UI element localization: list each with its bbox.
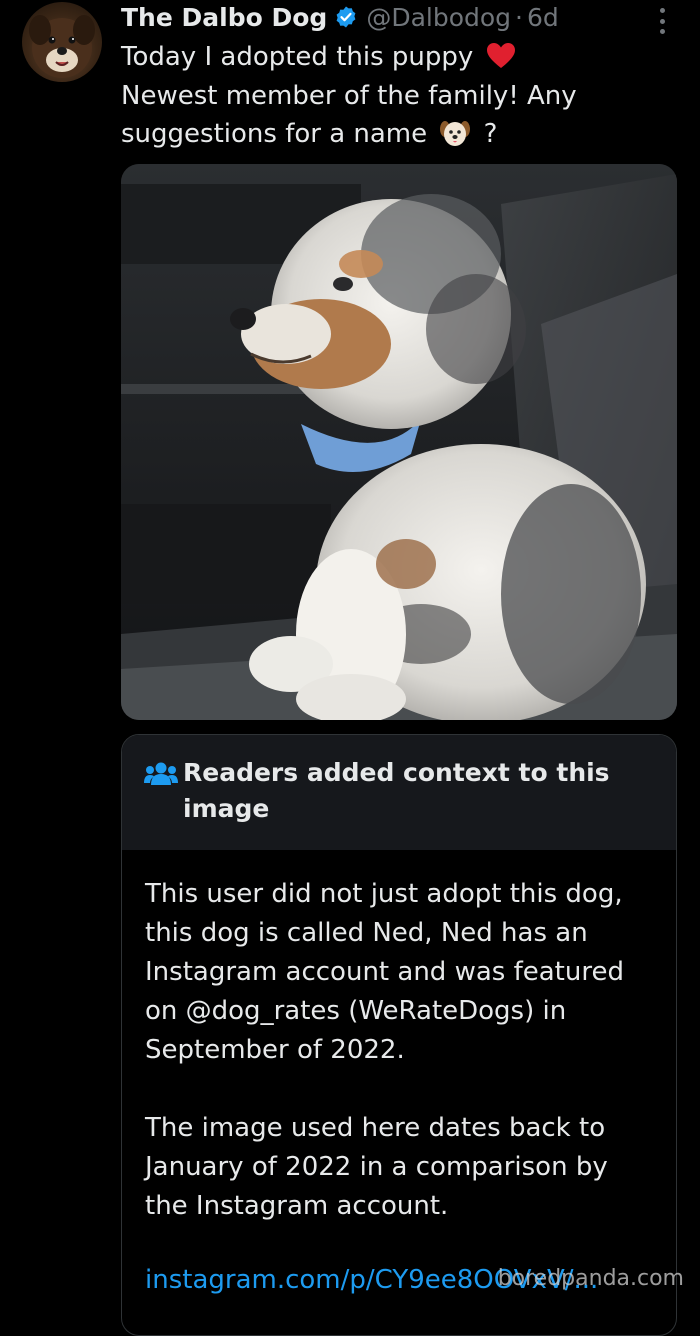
red-heart-icon [486,42,516,70]
context-title: Readers added context to this image [183,758,610,823]
context-body: This user did not just adopt this dog, t… [145,875,655,1226]
context-body-line: The image used here dates back to [145,1113,606,1143]
post-header: The Dalbo Dog @Dalbodog · 6d [121,0,559,34]
separator-dot: · [515,2,523,32]
post-text: Today I adopted this puppy Newest member… [121,38,661,154]
context-body-line: January of 2022 in a comparison by [145,1152,608,1182]
context-body-line: this dog is called Ned, Ned has an [145,918,588,948]
context-body-line: the Instagram account. [145,1191,449,1221]
context-body-line: on @dog_rates (WeRateDogs) in [145,996,567,1026]
author-handle[interactable]: @Dalbodog [366,3,511,32]
people-icon [144,761,178,787]
more-options-icon[interactable] [660,8,666,34]
post-text-line: ? [483,119,498,149]
post-text-line: Newest member of the family! Any [121,80,577,111]
verified-badge-icon [334,5,358,29]
avatar[interactable] [22,2,102,82]
watermark: boredpanda.com [497,1266,684,1291]
post-time[interactable]: 6d [527,3,559,32]
post-text-line: Today I adopted this puppy [121,42,474,72]
readers-context-card: Readers added context to this image This… [121,734,677,1336]
context-header: Readers added context to this image [122,735,676,850]
context-body-line: September of 2022. [145,1035,405,1065]
author-name[interactable]: The Dalbo Dog [121,3,327,32]
post-photo[interactable] [121,164,677,720]
context-body-line: This user did not just adopt this dog, [145,879,623,909]
context-body-line: Instagram account and was featured [145,957,624,987]
post-text-line: suggestions for a name [121,119,428,149]
dog-face-icon [439,118,471,148]
